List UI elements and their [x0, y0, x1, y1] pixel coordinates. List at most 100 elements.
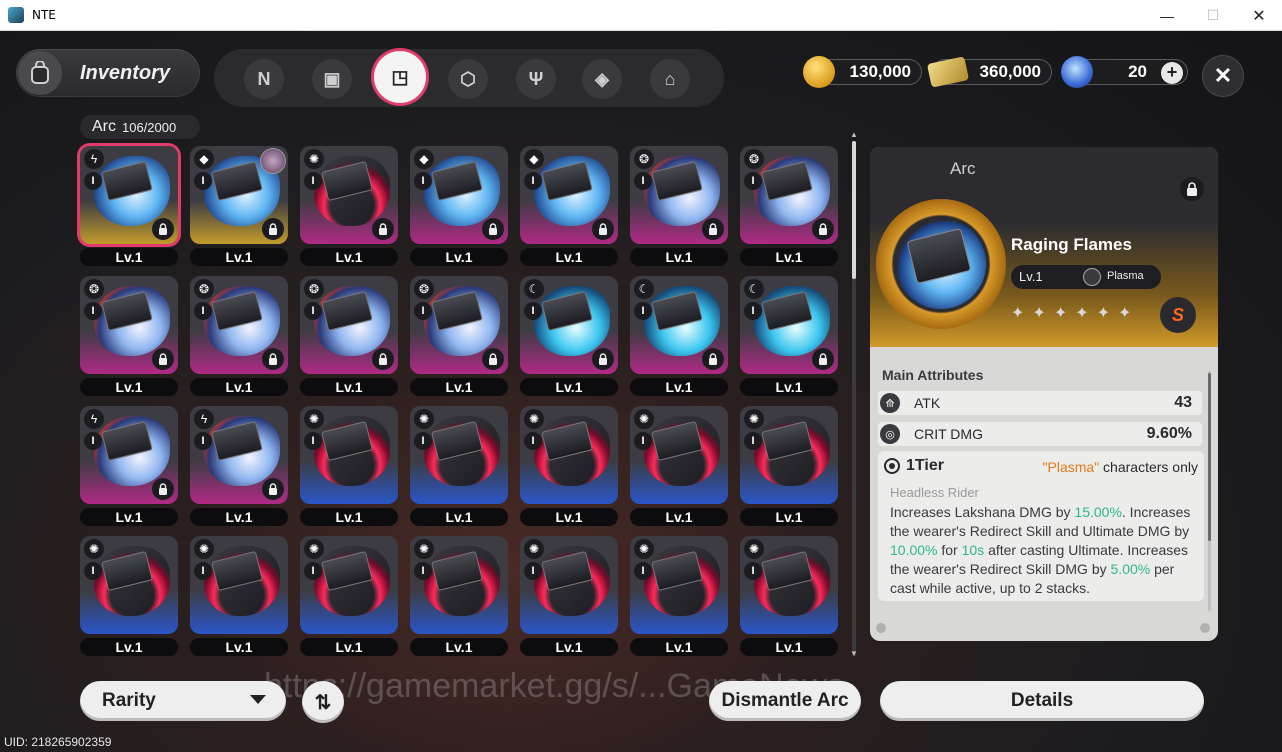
- dismantle-arc-button[interactable]: Dismantle Arc: [709, 681, 861, 721]
- tier-badge: I: [304, 302, 322, 320]
- arc-level-pill: Lv.1 Plasma: [1011, 265, 1161, 289]
- eye-icon: [884, 458, 900, 474]
- arc-item-tile[interactable]: ❂ I: [630, 146, 728, 244]
- gear-element-icon: ✺: [304, 539, 324, 559]
- arc-item-tile[interactable]: ✺ I: [520, 536, 618, 634]
- lock-icon: [702, 348, 724, 370]
- arc-item-tile[interactable]: ✺ I: [410, 406, 508, 504]
- inventory-header: Inventory: [16, 49, 200, 97]
- tab-cube-icon[interactable]: ⬡: [448, 59, 488, 99]
- arc-item-tile[interactable]: ❂ I: [300, 276, 398, 374]
- detail-scroll-thumb[interactable]: [1208, 373, 1211, 541]
- cube-element-icon: ◆: [524, 149, 544, 169]
- arc-item-tile[interactable]: ϟI: [80, 406, 178, 504]
- tier-badge: I: [744, 432, 762, 450]
- arc-item-tile[interactable]: ✺ I: [520, 406, 618, 504]
- lock-icon: [152, 348, 174, 370]
- tab-arc-icon[interactable]: ◳: [374, 51, 426, 103]
- maximize-button[interactable]: ☐: [1190, 0, 1236, 31]
- tab-device-icon[interactable]: ▣: [312, 59, 352, 99]
- swirl-element-icon: ❂: [414, 279, 434, 299]
- tab-character-icon[interactable]: N: [244, 59, 284, 99]
- arc-item-level: Lv.1: [520, 378, 618, 396]
- arc-stars: ✦✦✦✦✦✦: [1011, 305, 1140, 322]
- arc-item-level: Lv.1: [740, 638, 838, 656]
- arc-item-level: Lv.1: [410, 248, 508, 266]
- arc-item-level: Lv.1: [190, 248, 288, 266]
- detail-lock-icon[interactable]: [1180, 177, 1204, 201]
- arc-item-tile[interactable]: ϟI: [190, 406, 288, 504]
- minimize-button[interactable]: —: [1144, 0, 1190, 31]
- swirl-element-icon: ❂: [194, 279, 214, 299]
- rarity-dropdown[interactable]: Rarity: [80, 681, 286, 721]
- lock-icon: [482, 218, 504, 240]
- window-close-button[interactable]: ✕: [1236, 0, 1282, 31]
- sort-order-button[interactable]: ⇅: [302, 681, 344, 723]
- arc-item-tile[interactable]: ✺ I: [190, 536, 288, 634]
- arc-item-level: Lv.1: [410, 638, 508, 656]
- arc-portrait: [876, 199, 1006, 329]
- scroll-down-icon[interactable]: ▼: [850, 650, 858, 658]
- lock-icon: [262, 478, 284, 500]
- grid-scroll-thumb[interactable]: [852, 141, 856, 279]
- swirl-element-icon: ❂: [634, 149, 654, 169]
- equipped-avatar: [260, 148, 286, 174]
- arc-item-tile[interactable]: ✺ I: [300, 406, 398, 504]
- arc-count-label: Arc: [92, 118, 116, 135]
- lock-icon: [372, 348, 394, 370]
- arc-item-tile[interactable]: ☾ I: [520, 276, 618, 374]
- attribute-row-atk: ⟰ ATK 43: [878, 391, 1202, 415]
- add-gems-button[interactable]: +: [1161, 62, 1183, 84]
- detail-type-label: Arc: [950, 159, 976, 178]
- tier-badge: I: [524, 172, 542, 190]
- arc-item-tile[interactable]: ❂ I: [80, 276, 178, 374]
- arc-item-tile[interactable]: ☾ I: [630, 276, 728, 374]
- gear-element-icon: ✺: [634, 539, 654, 559]
- lock-icon: [812, 218, 834, 240]
- tier-badge: I: [194, 172, 212, 190]
- ticket-amount: 360,000: [979, 62, 1041, 81]
- arc-item-tile[interactable]: ☾ I: [740, 276, 838, 374]
- attribute-name: CRIT DMG: [914, 426, 983, 442]
- arc-item-tile[interactable]: ◆ I: [520, 146, 618, 244]
- arc-item-tile[interactable]: ✺ I: [300, 536, 398, 634]
- panel-corner-dot: [1200, 623, 1210, 633]
- arc-item-tile[interactable]: ❂ I: [410, 276, 508, 374]
- ticket-currency: 360,000: [926, 56, 1052, 88]
- details-button[interactable]: Details: [880, 681, 1204, 721]
- app-icon: [8, 7, 24, 23]
- arc-item-tile[interactable]: ✺ I: [80, 536, 178, 634]
- category-tabs: N ▣ ◳ ⬡ Ψ ◈ ⌂: [214, 49, 724, 107]
- arc-detail-panel: Arc Raging Flames Lv.1 Plasma ✦✦✦✦✦✦ S M…: [870, 147, 1218, 641]
- tier-badge: I: [414, 562, 432, 580]
- arc-item-level: Lv.1: [300, 378, 398, 396]
- arc-item-level: Lv.1: [740, 378, 838, 396]
- arc-item-tile[interactable]: ✺ I: [740, 406, 838, 504]
- arc-item-tile[interactable]: ϟI: [80, 146, 178, 244]
- moon-element-icon: ☾: [524, 279, 544, 299]
- tab-material-icon[interactable]: ◈: [582, 59, 622, 99]
- arc-item-tile[interactable]: ✺ I: [410, 536, 508, 634]
- plasma-element-icon: ϟ: [84, 149, 104, 169]
- tab-home-icon[interactable]: ⌂: [650, 59, 690, 99]
- arc-item-level: Lv.1: [520, 508, 618, 526]
- arc-item-level: Lv.1: [190, 378, 288, 396]
- gem-currency: 20 +: [1061, 56, 1188, 88]
- arc-item-tile[interactable]: ❂ I: [190, 276, 288, 374]
- tab-food-icon[interactable]: Ψ: [516, 59, 556, 99]
- arc-element: Plasma: [1107, 270, 1144, 282]
- close-inventory-button[interactable]: ✕: [1202, 55, 1244, 97]
- arc-item-level: Lv.1: [80, 638, 178, 656]
- arc-item-tile[interactable]: ◆ I: [410, 146, 508, 244]
- lock-icon: [592, 348, 614, 370]
- arc-item-tile[interactable]: ✺ I: [630, 536, 728, 634]
- arc-item-tile[interactable]: ✺ I: [630, 406, 728, 504]
- arc-item-tile[interactable]: ✺ I: [740, 536, 838, 634]
- arc-item-tile[interactable]: ❂ I: [740, 146, 838, 244]
- arc-item-level: Lv.1: [410, 508, 508, 526]
- arc-item-tile[interactable]: ◆ I: [190, 146, 288, 244]
- scroll-up-icon[interactable]: ▲: [850, 131, 858, 139]
- gear-element-icon: ✺: [414, 539, 434, 559]
- arc-item-tile[interactable]: ✺ I: [300, 146, 398, 244]
- arc-item-level: Lv.1: [300, 248, 398, 266]
